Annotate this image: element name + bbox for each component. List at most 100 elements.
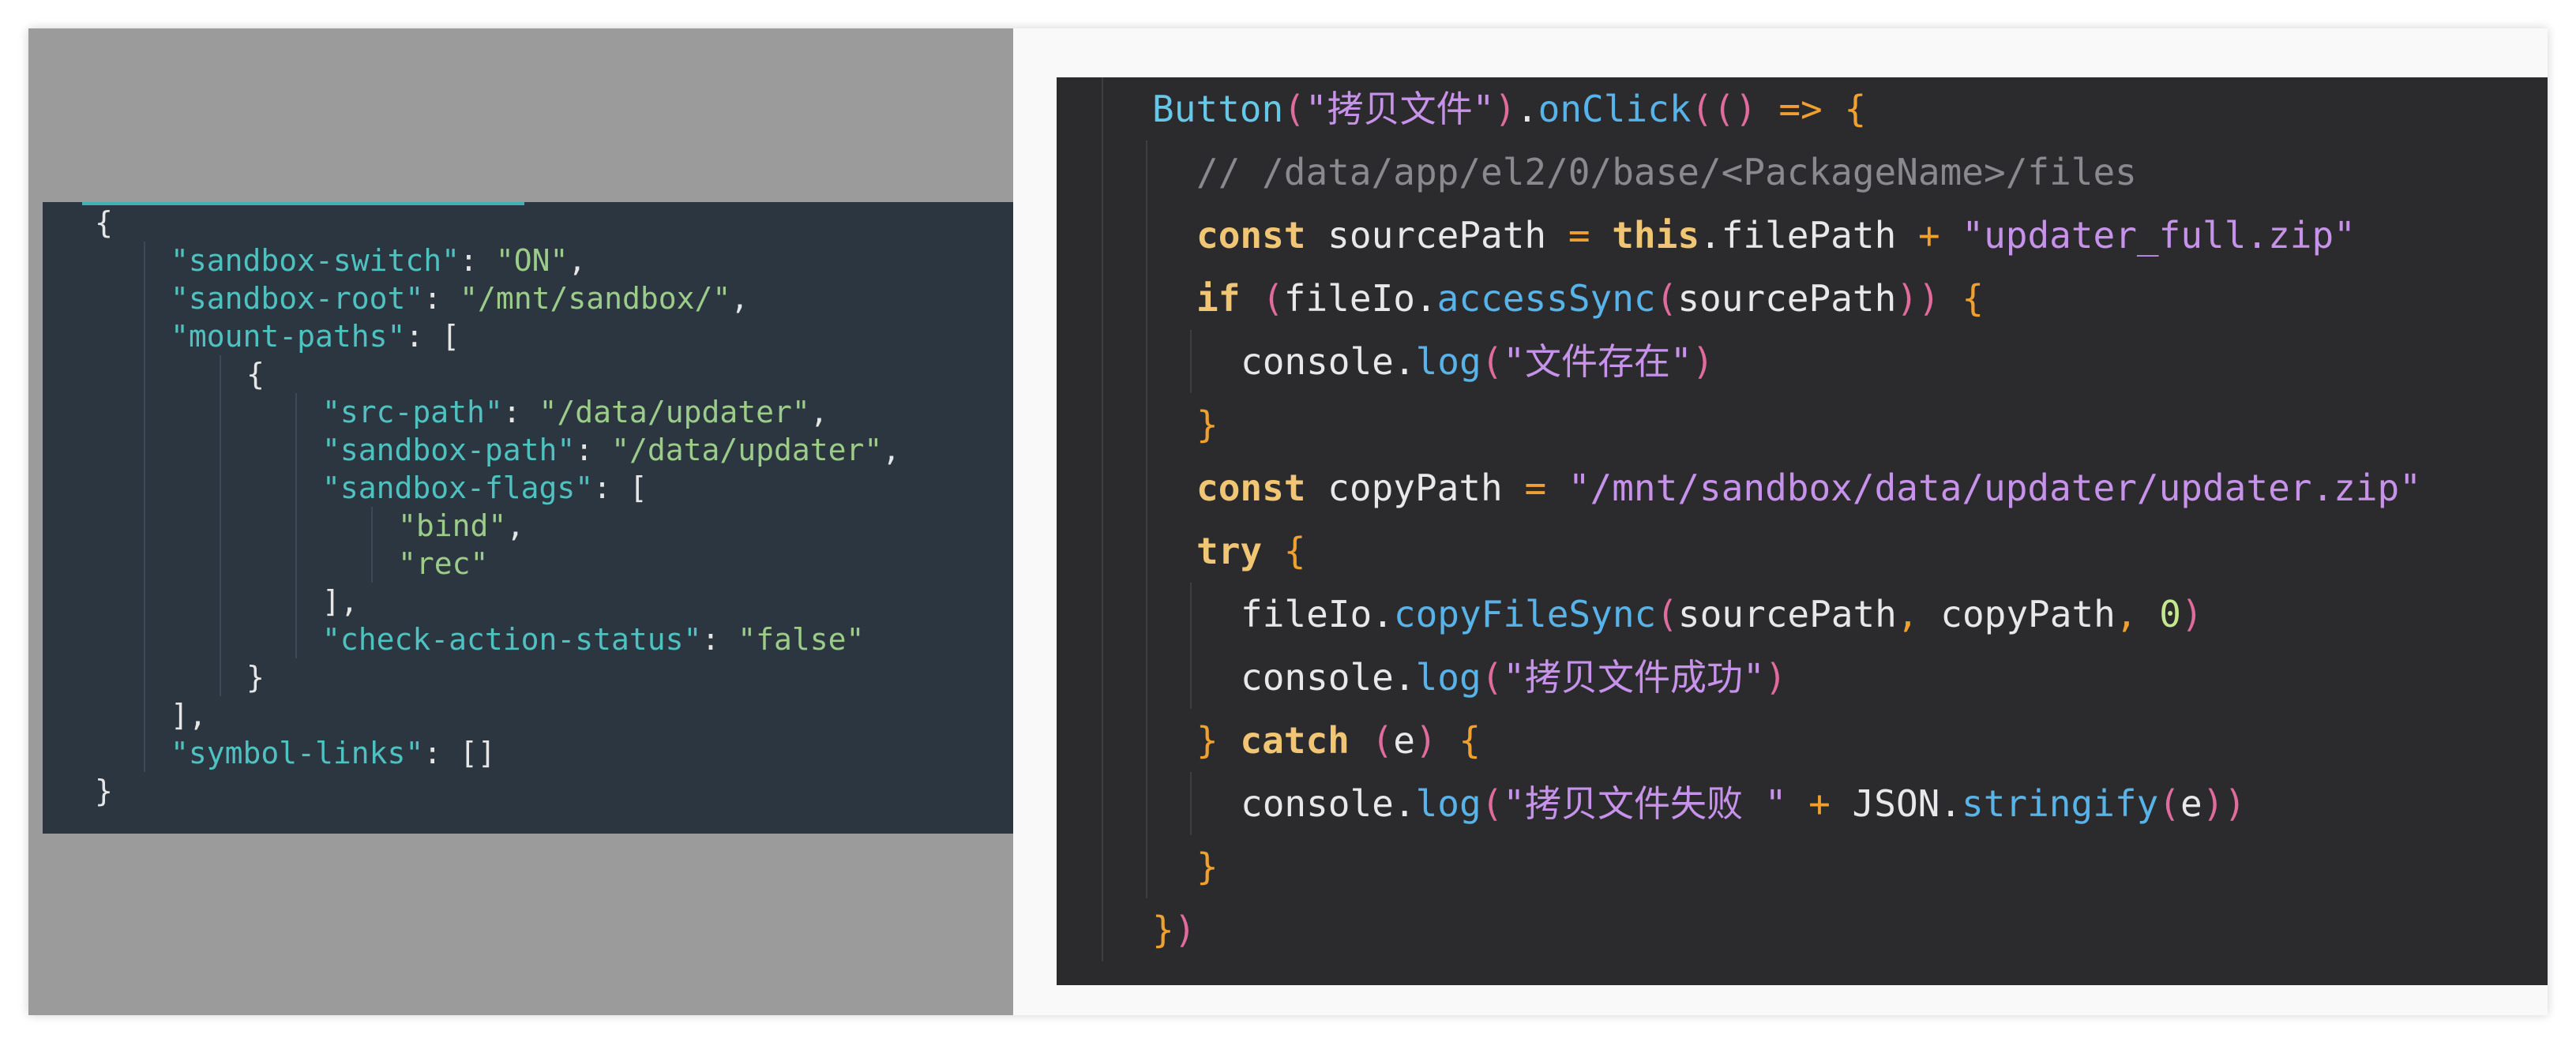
json-token: "sandbox-root": [171, 281, 424, 316]
code-token: ,: [2115, 593, 2138, 635]
indent-guide: [1102, 898, 1103, 961]
json-line: "check-action-status": "false": [322, 620, 864, 658]
code-token: +: [1917, 214, 1940, 257]
indent-guide: [144, 393, 145, 431]
code-token: }: [1196, 403, 1219, 446]
json-token: "/data/updater": [611, 433, 883, 467]
code-line: const copyPath = "/mnt/sandbox/data/upda…: [1196, 456, 2421, 519]
code-token: copyPath: [1305, 467, 1525, 509]
indent-guide: [295, 507, 297, 545]
json-line: }: [95, 772, 113, 810]
indent-guide: [144, 242, 145, 279]
code-line: }: [1196, 835, 1219, 898]
indent-guide: [144, 507, 145, 545]
code-token: ): [1692, 340, 1714, 383]
code-token: ,: [1896, 593, 1919, 635]
code-token: =: [1524, 467, 1547, 509]
indent-guide: [144, 696, 145, 734]
json-line: "rec": [398, 545, 488, 583]
indent-guide: [144, 317, 145, 355]
indent-guide: [295, 393, 297, 431]
indent-guide: [220, 469, 221, 507]
code-line: const sourcePath = this.filePath + "upda…: [1196, 204, 2356, 267]
json-token: "/data/updater": [539, 395, 810, 429]
code-token: (: [1481, 340, 1504, 383]
indent-guide: [144, 469, 145, 507]
json-line: {: [246, 355, 265, 393]
indent-guide: [1146, 519, 1147, 583]
code-token: log: [1415, 656, 1481, 699]
indent-guide: [1102, 646, 1103, 709]
code-token: (: [1262, 277, 1284, 320]
code-token: 0: [2159, 593, 2181, 635]
code-token: sourcePath: [1305, 214, 1568, 257]
json-token: :: [575, 433, 612, 467]
json-token: ,: [506, 508, 525, 543]
indent-guide: [295, 431, 297, 469]
code-token: "拷贝文件": [1305, 88, 1495, 130]
json-token: ,: [568, 243, 587, 278]
json-token: "false": [738, 622, 865, 657]
indent-guide: [1102, 519, 1103, 583]
code-token: }: [1196, 845, 1219, 888]
code-line: // /data/app/el2/0/base/<PackageName>/fi…: [1196, 141, 2137, 204]
indent-guide: [1146, 646, 1147, 709]
json-token: "rec": [398, 546, 489, 581]
json-token: {: [95, 205, 113, 240]
code-token: accessSync: [1436, 277, 1656, 320]
code-token: "拷贝文件成功": [1503, 656, 1765, 699]
json-token: :: [460, 243, 496, 278]
json-line: {: [95, 204, 113, 242]
indent-guide: [144, 734, 145, 772]
indent-guide: [1102, 456, 1103, 519]
json-line: "sandbox-root": "/mnt/sandbox/",: [171, 279, 749, 317]
json-token: "mount-paths": [171, 319, 406, 354]
code-token: }: [1152, 909, 1174, 951]
indent-guide: [144, 620, 145, 658]
indent-guide: [1102, 77, 1103, 141]
code-token: fileIo.: [1283, 277, 1437, 320]
indent-guide: [295, 583, 297, 620]
indent-guide: [144, 279, 145, 317]
json-token: :: [701, 622, 738, 657]
json-token: :: [502, 395, 539, 429]
code-token: "updater_full.zip": [1962, 214, 2356, 257]
json-token: ,: [882, 433, 901, 467]
indent-guide: [144, 583, 145, 620]
json-token: : [: [593, 470, 648, 505]
indent-guide: [1102, 835, 1103, 898]
json-line: "bind",: [398, 507, 524, 545]
code-line: if (fileIo.accessSync(sourcePath)) {: [1196, 267, 1984, 330]
indent-guide: [1190, 330, 1192, 393]
json-token: : []: [423, 736, 496, 770]
code-token: (: [2158, 782, 2180, 825]
json-line: "src-path": "/data/updater",: [322, 393, 828, 431]
indent-guide: [220, 507, 221, 545]
indent-guide: [1146, 204, 1147, 267]
code-token: }: [1196, 719, 1219, 762]
json-token: :: [423, 281, 460, 316]
json-line: }: [246, 658, 265, 696]
code-token: onClick: [1538, 88, 1692, 130]
indent-guide: [1146, 709, 1147, 772]
code-token: ): [1734, 88, 1757, 130]
json-token: ],: [322, 584, 359, 619]
code-token: =>: [1778, 88, 1823, 130]
code-token: "文件存在": [1503, 340, 1692, 383]
indent-guide: [144, 431, 145, 469]
indent-guide: [1146, 456, 1147, 519]
code-line: }: [1196, 393, 1219, 456]
code-token: this: [1612, 214, 1700, 257]
code-token: (: [1283, 88, 1305, 130]
